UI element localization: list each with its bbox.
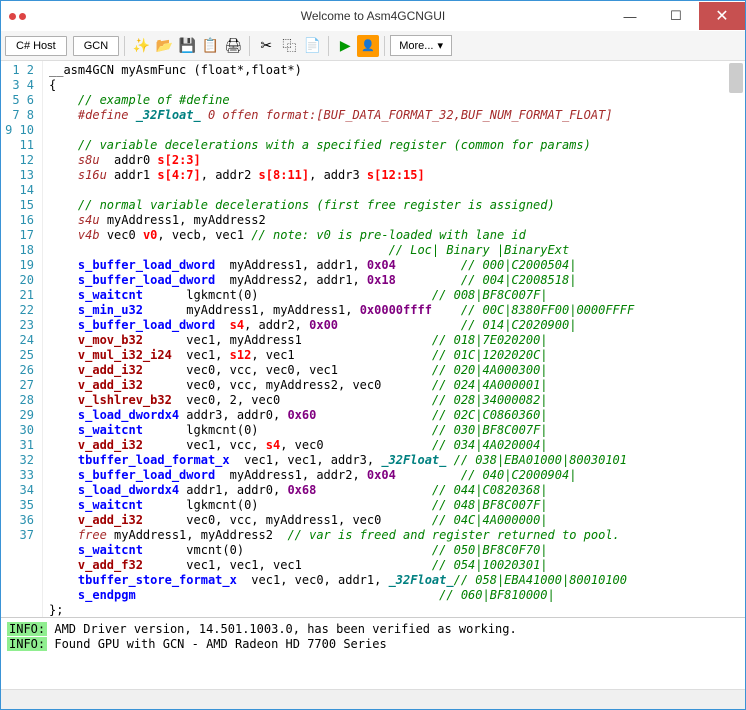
code-line: __asm4GCN myAsmFunc (float*,float*) [49,63,745,78]
code-line: v4b vec0 v0, vecb, vec1 // note: v0 is p… [49,228,745,243]
output-text: Found GPU with GCN - AMD Radeon HD 7700 … [47,637,387,651]
paste-icon[interactable]: 📄 [301,35,323,57]
avatar-icon[interactable]: 👤 [357,35,379,57]
minimize-button[interactable]: — [607,2,653,30]
code-line: v_mul_i32_i24 vec1, s12, vec1 // 01C|120… [49,348,745,363]
more-label: More... [399,40,433,52]
code-line: free myAddress1, myAddress2 // var is fr… [49,528,745,543]
vertical-scrollbar[interactable] [729,63,743,93]
code-line [49,183,745,198]
code-line: s_min_u32 myAddress1, myAddress1, 0x0000… [49,303,745,318]
status-bar [1,689,745,709]
code-line [49,123,745,138]
saveall-icon[interactable]: 📋 [199,35,221,57]
close-button[interactable]: ✕ [699,2,745,30]
maximize-button[interactable]: ☐ [653,2,699,30]
code-line: tbuffer_store_format_x vec1, vec0, addr1… [49,573,745,588]
run-icon[interactable]: ▶ [334,35,356,57]
code-line: s_buffer_load_dword s4, addr2, 0x00 // 0… [49,318,745,333]
code-line: // example of #define [49,93,745,108]
toolbar: C# Host GCN ✨ 📂 💾 📋 🖨 ✂ ⿻ 📄 ▶ 👤 More... … [1,31,745,61]
code-line: s_load_dwordx4 addr3, addr0, 0x60 // 02C… [49,408,745,423]
cut-icon[interactable]: ✂ [255,35,277,57]
info-badge: INFO: [7,637,47,651]
output-line: INFO: Found GPU with GCN - AMD Radeon HD… [7,637,739,652]
window-menu-icon[interactable] [9,13,26,20]
chevron-down-icon: ▾ [437,39,443,52]
code-line: s_buffer_load_dword myAddress1, addr2, 0… [49,468,745,483]
output-panel: INFO: AMD Driver version, 14.501.1003.0,… [1,617,745,689]
output-text: AMD Driver version, 14.501.1003.0, has b… [47,622,517,636]
more-button[interactable]: More... ▾ [390,35,452,56]
code-line: s8u addr0 s[2:3] [49,153,745,168]
tab-gcn[interactable]: GCN [73,36,119,56]
code-line: // variable decelerations with a specifi… [49,138,745,153]
code-line: v_mov_b32 vec1, myAddress1 // 018|7E0202… [49,333,745,348]
code-line: s16u addr1 s[4:7], addr2 s[8:11], addr3 … [49,168,745,183]
copy-icon[interactable]: ⿻ [278,35,300,57]
save-icon[interactable]: 💾 [176,35,198,57]
code-line: { [49,78,745,93]
code-line: s_waitcnt lgkmcnt(0) // 008|BF8C007F| [49,288,745,303]
code-line: #define _32Float_ 0 offen format:[BUF_DA… [49,108,745,123]
open-icon[interactable]: 📂 [153,35,175,57]
print-icon[interactable]: 🖨 [222,35,244,57]
code-line: v_add_f32 vec1, vec1, vec1 // 054|100203… [49,558,745,573]
code-line: s_waitcnt lgkmcnt(0) // 030|BF8C007F| [49,423,745,438]
output-line: INFO: AMD Driver version, 14.501.1003.0,… [7,622,739,637]
code-line: // normal variable decelerations (first … [49,198,745,213]
window-title: Welcome to Asm4GCNGUI [301,9,445,23]
code-line: v_add_i32 vec0, vcc, myAddress2, vec0 //… [49,378,745,393]
new-icon[interactable]: ✨ [130,35,152,57]
code-line: // Loc| Binary |BinaryExt [49,243,745,258]
code-area[interactable]: __asm4GCN myAsmFunc (float*,float*){ // … [43,61,745,617]
tab-csharp-host[interactable]: C# Host [5,36,67,56]
code-line: s_load_dwordx4 addr1, addr0, 0x68 // 044… [49,483,745,498]
code-line: v_add_i32 vec0, vcc, myAddress1, vec0 //… [49,513,745,528]
code-line: v_add_i32 vec0, vcc, vec0, vec1 // 020|4… [49,363,745,378]
code-line: s_buffer_load_dword myAddress1, addr1, 0… [49,258,745,273]
code-line: s_waitcnt vmcnt(0) // 050|BF8C0F70| [49,543,745,558]
code-line: s_waitcnt lgkmcnt(0) // 048|BF8C007F| [49,498,745,513]
titlebar: Welcome to Asm4GCNGUI — ☐ ✕ [1,1,745,31]
info-badge: INFO: [7,622,47,636]
code-line: }; [49,603,745,617]
code-line: v_lshlrev_b32 vec0, 2, vec0 // 028|34000… [49,393,745,408]
window-controls: — ☐ ✕ [607,2,745,30]
line-gutter: 1 2 3 4 5 6 7 8 9 10 11 12 13 14 15 16 1… [1,61,43,617]
code-line: s_endpgm // 060|BF810000| [49,588,745,603]
code-line: s_buffer_load_dword myAddress2, addr1, 0… [49,273,745,288]
code-editor[interactable]: 1 2 3 4 5 6 7 8 9 10 11 12 13 14 15 16 1… [1,61,745,617]
code-line: v_add_i32 vec1, vcc, s4, vec0 // 034|4A0… [49,438,745,453]
code-line: s4u myAddress1, myAddress2 [49,213,745,228]
code-line: tbuffer_load_format_x vec1, vec1, addr3,… [49,453,745,468]
